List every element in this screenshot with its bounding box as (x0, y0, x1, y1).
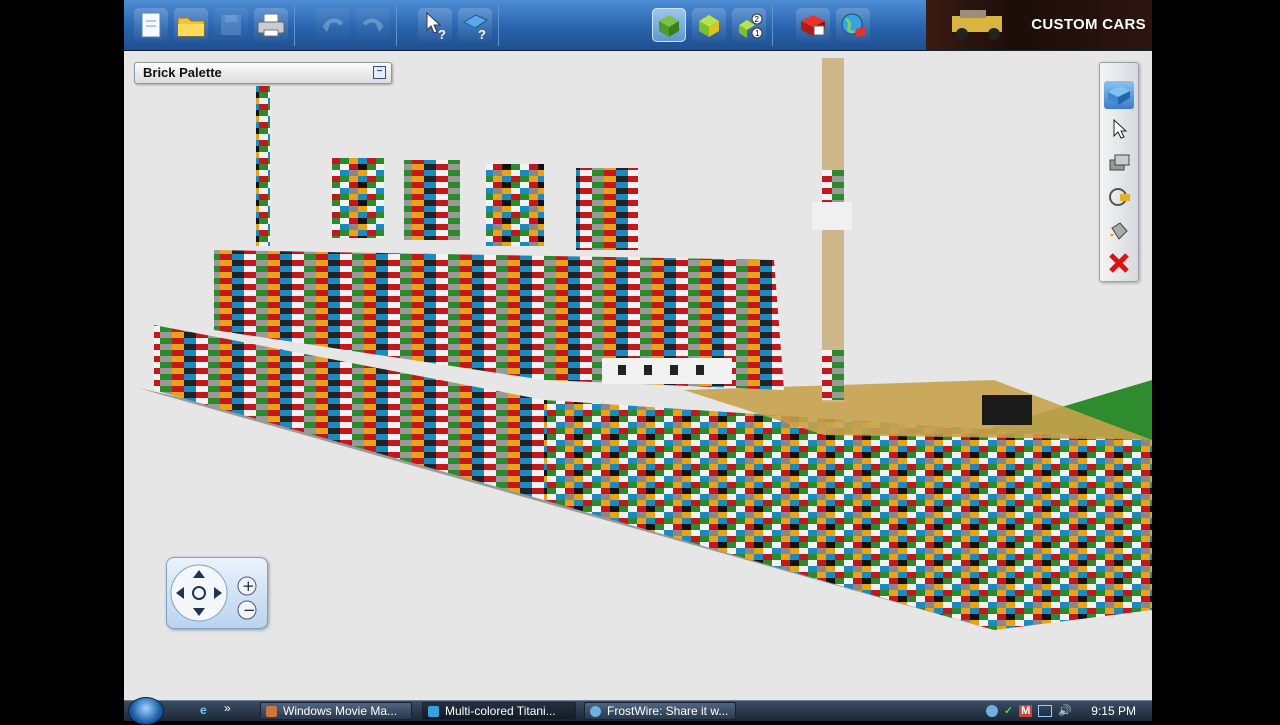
new-file-icon (141, 12, 161, 38)
quicklaunch-more-icon[interactable]: » (224, 701, 231, 715)
paint-tool[interactable] (1104, 217, 1134, 245)
brick-tool[interactable] (1104, 81, 1134, 109)
lego-digital-designer-window: ? ? 21 CUSTOM CARS Brick Palette − + − (124, 0, 1152, 700)
svg-text:−: − (243, 601, 256, 619)
paint-bucket-icon (1110, 222, 1128, 240)
tray-badge-icon[interactable]: M (1019, 704, 1033, 717)
building-guide-icon: 21 (739, 13, 763, 39)
redo-icon (362, 18, 384, 32)
undo-button[interactable] (316, 8, 350, 42)
clone-tool[interactable] (1104, 149, 1134, 177)
pointer-help-icon: ? (426, 11, 446, 40)
delete-icon (1109, 253, 1129, 273)
car-icon (952, 10, 1002, 40)
edit-toolbar-group (310, 4, 397, 46)
network-icon[interactable] (1038, 704, 1053, 717)
windows-taskbar: e » Windows Movie Ma... Multi-colored Ti… (124, 697, 1152, 725)
hinge-tool[interactable] (1104, 183, 1134, 211)
online-toolbar-group (790, 4, 876, 46)
save-button[interactable] (214, 8, 248, 42)
save-icon (221, 15, 241, 35)
funnel-1 (332, 158, 384, 238)
building-guide-button[interactable]: 21 (732, 8, 766, 42)
file-toolbar-group (128, 4, 295, 46)
movie-maker-icon (266, 706, 277, 717)
system-tray: ✓ M 🔊 (985, 704, 1072, 717)
help-toolbar-group: ? ? (412, 4, 499, 46)
frostwire-icon (590, 706, 601, 717)
main-toolbar: ? ? 21 CUSTOM CARS (124, 0, 1152, 51)
svg-text:?: ? (478, 27, 486, 40)
online-gallery-button[interactable] (836, 8, 870, 42)
lego-app-icon (428, 706, 439, 717)
select-arrow-icon (1113, 118, 1128, 139)
print-button[interactable] (254, 8, 288, 42)
tools-panel (1099, 62, 1139, 282)
brick-icon (1108, 86, 1130, 105)
select-tool[interactable] (1104, 115, 1134, 143)
rear-mast (256, 86, 270, 246)
open-folder-icon (177, 17, 205, 37)
online-gallery-icon (841, 13, 866, 37)
svg-text:2: 2 (755, 15, 760, 24)
hinge-icon (1109, 188, 1130, 206)
taskbar-item-movie-maker[interactable]: Windows Movie Ma... (260, 702, 412, 720)
svg-text:?: ? (438, 27, 446, 40)
volume-icon[interactable]: 🔊 (1058, 704, 1072, 717)
banner-text: CUSTOM CARS (1031, 16, 1146, 33)
expand-panel-button[interactable]: − (373, 66, 386, 79)
clock[interactable]: 9:15 PM (1091, 704, 1136, 718)
pointer-help-button[interactable]: ? (418, 8, 452, 42)
brick-help-button[interactable]: ? (458, 8, 492, 42)
custom-cars-banner[interactable]: CUSTOM CARS (926, 0, 1152, 50)
undo-icon (322, 18, 344, 32)
build-mode-icon (659, 15, 679, 37)
taskbar-item-lego[interactable]: Multi-colored Titani... (422, 702, 576, 720)
delete-tool[interactable] (1104, 249, 1134, 277)
start-button[interactable] (128, 697, 164, 725)
network-share-icon[interactable] (985, 704, 998, 717)
new-file-button[interactable] (134, 8, 168, 42)
funnel-2 (404, 160, 460, 240)
build-viewport[interactable] (124, 50, 1152, 700)
print-icon (257, 13, 285, 37)
brick-palette-panel: Brick Palette − (134, 62, 392, 84)
funnel-3 (486, 164, 544, 246)
redo-button[interactable] (356, 8, 390, 42)
tray-check-icon[interactable]: ✓ (1004, 704, 1013, 717)
build-mode-button[interactable] (652, 8, 686, 42)
bricks-shop-icon (801, 15, 825, 36)
view-mode-button[interactable] (692, 8, 726, 42)
clone-icon (1109, 154, 1130, 171)
svg-text:+: + (242, 577, 255, 595)
taskbar-item-frostwire[interactable]: FrostWire: Share it w... (584, 702, 736, 720)
open-button[interactable] (174, 8, 208, 42)
ie-quicklaunch-icon[interactable]: e (200, 703, 207, 717)
svg-text:1: 1 (755, 29, 760, 38)
funnel-4 (576, 168, 638, 250)
mode-toolbar-group: 21 (646, 4, 773, 46)
bricks-shop-button[interactable] (796, 8, 830, 42)
view-mode-icon (699, 15, 719, 37)
brick-palette-title: Brick Palette (143, 65, 222, 80)
camera-control: + − (166, 557, 268, 629)
brick-help-icon: ? (462, 14, 489, 40)
